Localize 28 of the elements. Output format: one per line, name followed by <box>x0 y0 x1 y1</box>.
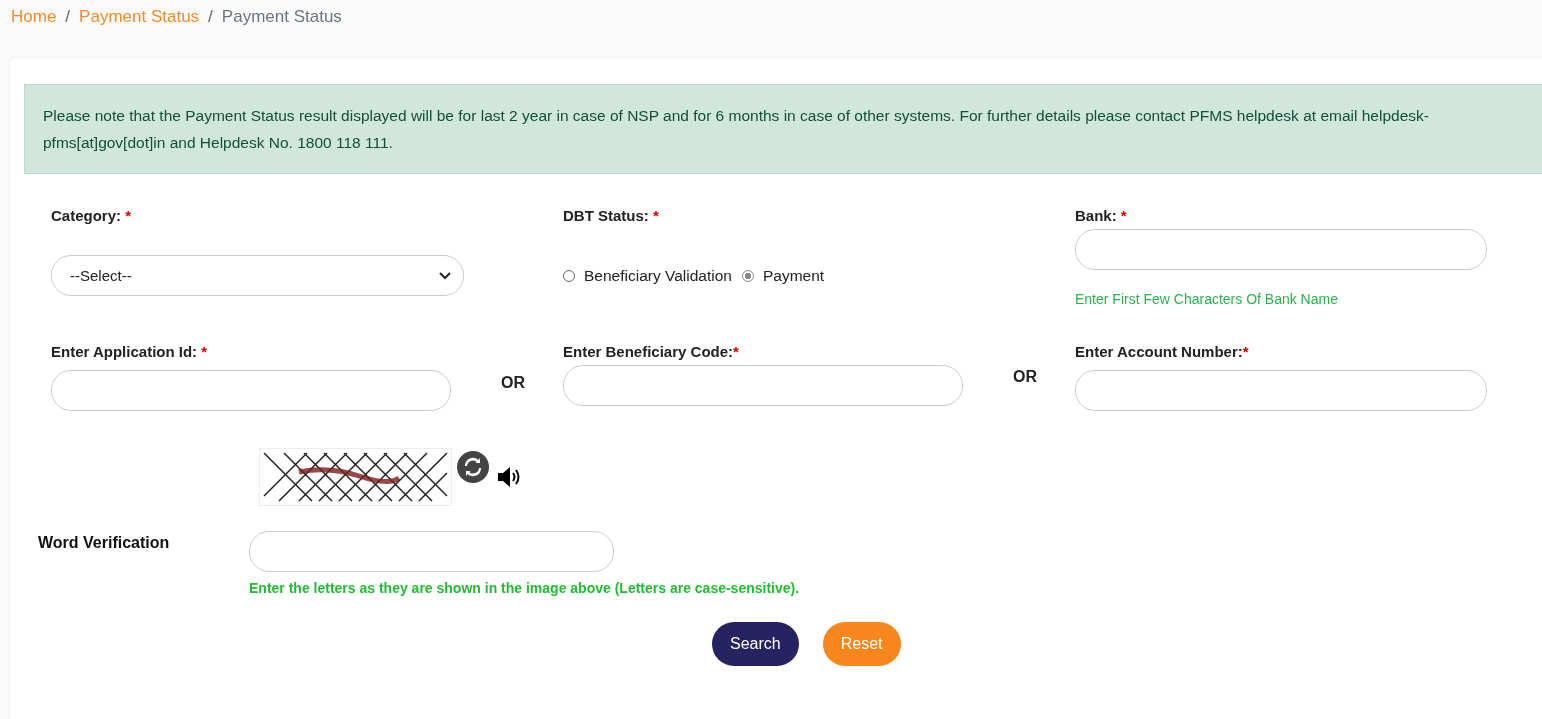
beneficiary-code-input[interactable] <box>563 365 963 406</box>
or-label: OR <box>1013 368 1037 386</box>
breadcrumb-separator: / <box>65 7 71 27</box>
refresh-icon[interactable] <box>457 451 489 483</box>
verification-input[interactable] <box>249 531 614 572</box>
field-label: Word Verification <box>38 533 171 553</box>
search-button[interactable]: Search <box>712 622 799 666</box>
account-number-input[interactable] <box>1075 370 1487 411</box>
field-label: Enter Account Number:* <box>1075 343 1250 362</box>
radio-label[interactable]: Payment <box>762 267 825 285</box>
radio-button[interactable] <box>741 270 754 282</box>
category-select[interactable]: --Select-- <box>51 255 464 296</box>
bank-input[interactable] <box>1075 229 1487 270</box>
chevron-icon <box>439 271 451 280</box>
field-label: Enter Beneficiary Code:* <box>563 343 740 362</box>
field-label: Enter Application Id: * <box>51 343 209 362</box>
radio-label[interactable]: Beneficiary Validation <box>584 267 732 285</box>
field-label: Bank: * <box>1075 207 1128 226</box>
or-label: OR <box>501 374 525 392</box>
notice-alert: Please note that the Payment Status result displayed will be for last 2 year in case of NSP and for 6 months in case of other systems. For further details please contact PFMS helpdesk at email helpdesk-pfms[at]gov[dot]in and Helpdesk No. 1800 118 111. <box>24 84 1542 174</box>
verification-hint: Enter the letters as they are shown in the image above (Letters are case-sensitive). <box>249 580 800 596</box>
field-label: DBT Status: * <box>563 207 660 226</box>
application-id-input[interactable] <box>51 370 451 411</box>
speaker-icon[interactable] <box>497 466 522 488</box>
field-label: Category: * <box>51 207 133 226</box>
breadcrumb-separator: / <box>208 7 213 27</box>
bank-hint: Enter First Few Characters Of Bank Name <box>1075 291 1339 307</box>
breadcrumb-current: Payment Status <box>221 7 342 27</box>
